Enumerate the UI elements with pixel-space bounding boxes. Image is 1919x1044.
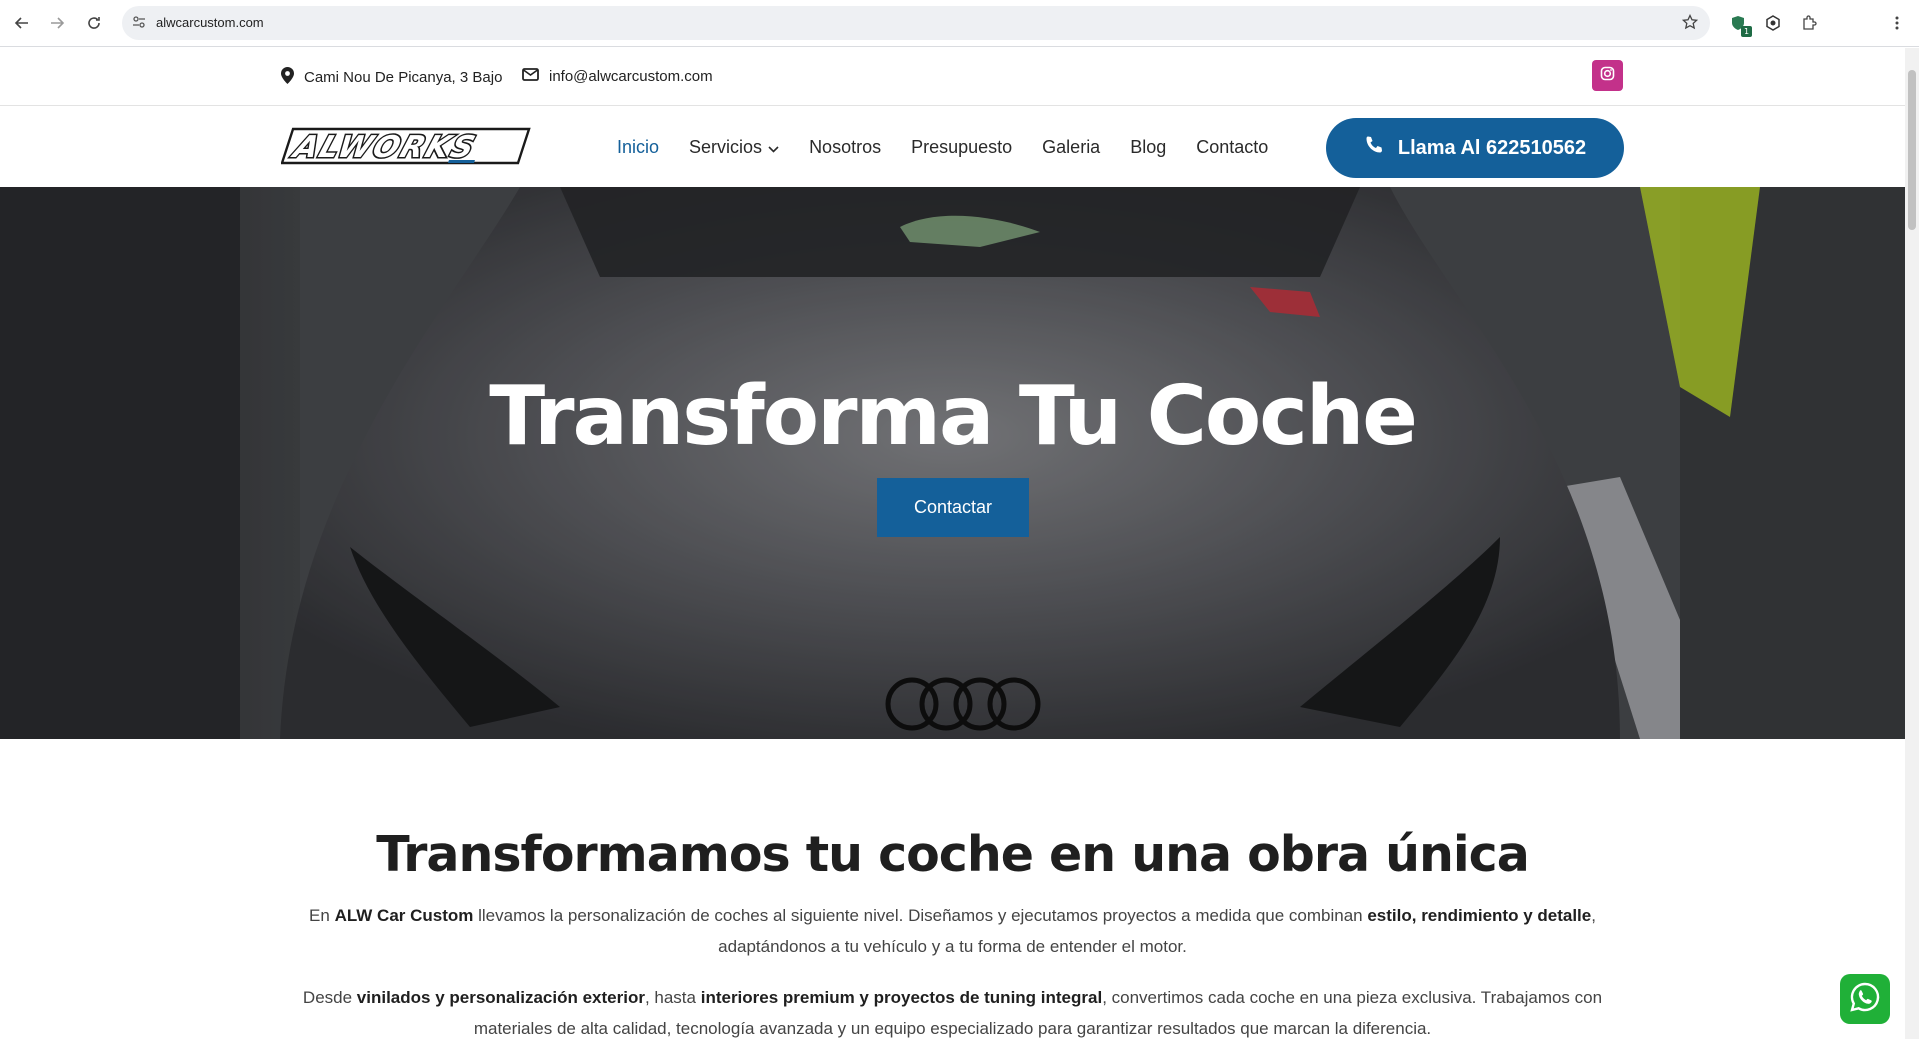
call-label: Llama Al 622510562 xyxy=(1397,136,1587,159)
main-nav: Inicio Servicios Nosotros Presupuesto Ga… xyxy=(617,137,1298,158)
nav-servicios[interactable]: Servicios xyxy=(689,137,779,158)
about-paragraph-1: En ALW Car Custom llevamos la personaliz… xyxy=(309,906,1596,956)
url-text[interactable]: alwcarcustom.com xyxy=(156,15,264,30)
nav-nosotros[interactable]: Nosotros xyxy=(809,137,881,158)
contact-button[interactable]: Contactar xyxy=(877,478,1029,537)
location-pin-icon xyxy=(281,67,294,88)
scrollbar-thumb[interactable] xyxy=(1908,70,1916,230)
call-button[interactable]: Llama Al 622510562 xyxy=(1326,118,1624,178)
nav-inicio[interactable]: Inicio xyxy=(617,137,659,158)
nav-contacto[interactable]: Contacto xyxy=(1196,137,1268,158)
extension-hex-icon[interactable] xyxy=(1762,12,1784,34)
top-info-bar: Cami Nou De Picanya, 3 Bajo info@alwcarc… xyxy=(0,48,1905,106)
whatsapp-button[interactable] xyxy=(1840,974,1890,1024)
site-settings-icon[interactable] xyxy=(132,15,146,34)
address-bar[interactable]: alwcarcustom.com xyxy=(122,6,1710,40)
chevron-down-icon xyxy=(768,137,779,158)
address-item: Cami Nou De Picanya, 3 Bajo xyxy=(281,67,502,88)
email-icon xyxy=(522,67,539,86)
back-icon[interactable] xyxy=(10,11,34,35)
browser-toolbar: alwcarcustom.com 1 xyxy=(0,0,1919,47)
bookmark-star-icon[interactable] xyxy=(1681,13,1699,35)
forward-icon[interactable] xyxy=(45,11,69,35)
whatsapp-icon xyxy=(1849,981,1881,1018)
extensions-puzzle-icon[interactable] xyxy=(1798,12,1820,34)
extension-shield-icon[interactable]: 1 xyxy=(1727,12,1752,37)
phone-icon xyxy=(1364,135,1384,161)
reload-icon[interactable] xyxy=(82,11,106,35)
browser-menu-icon[interactable] xyxy=(1886,12,1908,34)
instagram-button[interactable] xyxy=(1592,60,1623,91)
svg-text:ALWORKS: ALWORKS xyxy=(287,130,481,165)
nav-blog[interactable]: Blog xyxy=(1130,137,1166,158)
extension-badge: 1 xyxy=(1741,26,1752,37)
hero-title: Transforma Tu Coche xyxy=(489,369,1418,464)
site-logo[interactable]: ALWORKS ALWORKS xyxy=(280,123,533,176)
nav-presupuesto[interactable]: Presupuesto xyxy=(911,137,1012,158)
hero-banner: Transforma Tu Coche Contactar xyxy=(0,187,1905,739)
instagram-icon xyxy=(1600,66,1615,86)
address-text: Cami Nou De Picanya, 3 Bajo xyxy=(304,69,503,86)
site-header: ALWORKS ALWORKS Inicio Servicios Nosotro… xyxy=(0,107,1905,187)
nav-servicios-label: Servicios xyxy=(689,137,763,157)
email-item[interactable]: info@alwcarcustom.com xyxy=(522,67,713,86)
about-heading: Transformamos tu coche en una obra única xyxy=(376,826,1530,883)
nav-galeria[interactable]: Galeria xyxy=(1042,137,1100,158)
email-text[interactable]: info@alwcarcustom.com xyxy=(549,68,713,85)
page-scrollbar[interactable] xyxy=(1905,48,1919,1039)
about-paragraph-2: Desde vinilados y personalización exteri… xyxy=(302,988,1603,1038)
